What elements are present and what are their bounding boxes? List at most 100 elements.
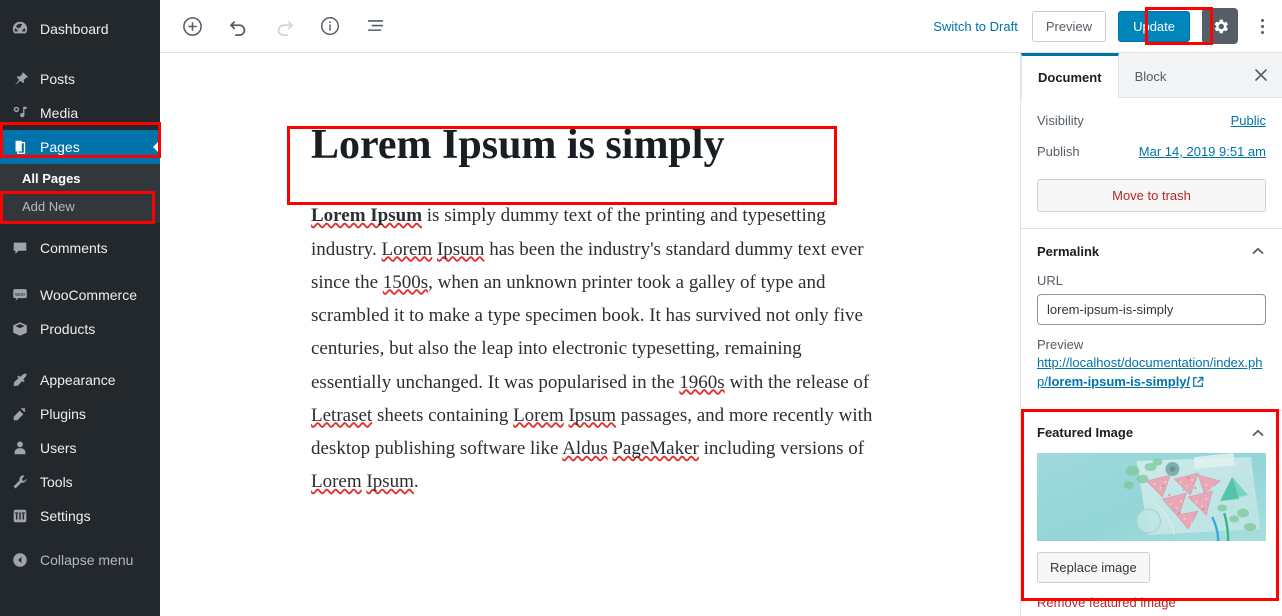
- sidebar-tabs: Document Block: [1021, 53, 1282, 98]
- chevron-up-icon: [1250, 425, 1266, 441]
- replace-image-button[interactable]: Replace image: [1037, 551, 1150, 583]
- current-menu-arrow-icon: [153, 139, 160, 155]
- toolbar-right-group: Switch to Draft Preview Update: [931, 8, 1282, 44]
- wordpress-block-editor: Dashboard Posts Media Pages All Pages Ad…: [0, 0, 1282, 616]
- toolbar-left-group: [174, 8, 394, 44]
- sidebar-item-collapse-menu[interactable]: Collapse menu: [0, 543, 160, 577]
- sidebar-item-users[interactable]: Users: [0, 431, 160, 465]
- permalink-panel: Permalink URL Preview http://localhost/d…: [1021, 229, 1282, 411]
- sidebar-item-label: Comments: [40, 240, 108, 257]
- sidebar-item-label: WooCommerce: [40, 287, 137, 304]
- featured-image-panel: Featured Image Replace image Remove feat…: [1021, 411, 1282, 616]
- sidebar-item-label: Collapse menu: [40, 552, 134, 569]
- tab-document[interactable]: Document: [1021, 53, 1119, 98]
- sidebar-scroll-area[interactable]: Visibility Public Publish Mar 14, 2019 9…: [1021, 98, 1282, 616]
- permalink-preview-link[interactable]: http://localhost/documentation/index.php…: [1037, 354, 1266, 394]
- content-info-icon[interactable]: [312, 8, 348, 44]
- sidebar-item-label: Products: [40, 321, 96, 338]
- sidebar-item-label: Media: [40, 105, 79, 121]
- editor-body: Lorem Ipsum is simply Lorem Ipsum is sim…: [160, 53, 1282, 616]
- settings-sidebar: Document Block Visibility Public Publish…: [1020, 53, 1282, 616]
- sidebar-item-products[interactable]: Products: [0, 312, 160, 346]
- kebab-dot: [1260, 24, 1264, 28]
- tools-icon: [10, 472, 30, 492]
- sidebar-item-label: Appearance: [40, 372, 116, 389]
- preview-button[interactable]: Preview: [1031, 10, 1107, 42]
- sidebar-item-dashboard[interactable]: Dashboard: [0, 12, 160, 46]
- update-button[interactable]: Update: [1118, 10, 1190, 42]
- sidebar-item-label: Pages: [40, 139, 80, 155]
- permalink-slug: lorem-ipsum-is-simply/: [1047, 373, 1191, 389]
- sidebar-item-media[interactable]: Media: [0, 96, 160, 130]
- publish-date-button[interactable]: Mar 14, 2019 9:51 am: [1139, 144, 1266, 159]
- external-link-icon: [1192, 375, 1204, 394]
- visibility-label: Visibility: [1037, 113, 1084, 128]
- svg-text:woo: woo: [14, 292, 25, 298]
- redo-icon[interactable]: [266, 8, 302, 44]
- plugins-icon: [10, 404, 30, 424]
- comments-icon: [10, 238, 30, 258]
- permalink-url-input[interactable]: [1037, 294, 1266, 325]
- submenu-item-add-new[interactable]: Add New: [0, 193, 160, 221]
- sidebar-item-label: Plugins: [40, 406, 86, 423]
- permalink-panel-header[interactable]: Permalink: [1037, 243, 1266, 259]
- add-block-icon[interactable]: [174, 8, 210, 44]
- editor-toolbar: Switch to Draft Preview Update: [160, 0, 1282, 53]
- submenu-item-all-pages[interactable]: All Pages: [0, 165, 160, 193]
- users-icon: [10, 438, 30, 458]
- gear-icon[interactable]: [1202, 8, 1238, 44]
- sidebar-item-woocommerce[interactable]: woo WooCommerce: [0, 278, 160, 312]
- kebab-dot: [1260, 18, 1264, 22]
- close-icon[interactable]: [1240, 53, 1282, 97]
- remove-featured-image-link[interactable]: Remove featured image: [1037, 595, 1266, 610]
- sidebar-item-posts[interactable]: Posts: [0, 62, 160, 96]
- editor-region: Switch to Draft Preview Update Lorem Ips…: [160, 0, 1282, 616]
- sidebar-item-label: Users: [40, 440, 77, 457]
- visibility-row: Visibility Public: [1037, 113, 1266, 128]
- block-navigation-icon[interactable]: [358, 8, 394, 44]
- pin-icon: [10, 69, 30, 89]
- post-canvas: Lorem Ipsum is simply Lorem Ipsum is sim…: [160, 53, 1020, 616]
- appearance-icon: [10, 370, 30, 390]
- products-icon: [10, 319, 30, 339]
- sidebar-item-appearance[interactable]: Appearance: [0, 363, 160, 397]
- visibility-value-button[interactable]: Public: [1231, 113, 1266, 128]
- post-content-wrapper: Lorem Ipsum is simply Lorem Ipsum is sim…: [285, 113, 895, 499]
- chevron-up-icon: [1250, 243, 1266, 259]
- media-icon: [10, 103, 30, 123]
- move-to-trash-button[interactable]: Move to trash: [1037, 179, 1266, 212]
- woocommerce-icon: woo: [10, 285, 30, 305]
- preview-label: Preview: [1037, 337, 1084, 352]
- featured-image-graphic: [1037, 452, 1266, 541]
- sidebar-item-plugins[interactable]: Plugins: [0, 397, 160, 431]
- status-panel: Visibility Public Publish Mar 14, 2019 9…: [1021, 98, 1282, 229]
- sidebar-item-label: Tools: [40, 474, 73, 491]
- post-title-field[interactable]: Lorem Ipsum is simply: [297, 113, 895, 177]
- url-label: URL: [1037, 273, 1064, 288]
- publish-row: Publish Mar 14, 2019 9:51 am: [1037, 144, 1266, 159]
- sidebar-item-comments[interactable]: Comments: [0, 231, 160, 265]
- sidebar-item-pages[interactable]: Pages: [0, 130, 160, 164]
- pages-icon: [10, 137, 30, 157]
- dashboard-icon: [10, 19, 30, 39]
- collapse-icon: [10, 550, 30, 570]
- featured-image-title: Featured Image: [1037, 425, 1134, 441]
- more-options-icon[interactable]: [1250, 8, 1274, 44]
- featured-image-thumbnail[interactable]: [1037, 452, 1266, 541]
- tab-block[interactable]: Block: [1119, 53, 1183, 97]
- kebab-dot: [1260, 30, 1264, 34]
- settings-icon: [10, 506, 30, 526]
- pages-submenu: All Pages Add New: [0, 164, 160, 224]
- sidebar-item-label: Dashboard: [40, 21, 109, 37]
- featured-image-panel-header[interactable]: Featured Image: [1037, 425, 1266, 441]
- sidebar-item-tools[interactable]: Tools: [0, 465, 160, 499]
- post-paragraph-block[interactable]: Lorem Ipsum is simply dummy text of the …: [297, 199, 895, 498]
- switch-to-draft-button[interactable]: Switch to Draft: [931, 15, 1020, 38]
- publish-label: Publish: [1037, 144, 1080, 159]
- permalink-title: Permalink: [1037, 243, 1100, 259]
- sidebar-item-settings[interactable]: Settings: [0, 499, 160, 533]
- sidebar-item-label: Posts: [40, 71, 76, 87]
- undo-icon[interactable]: [220, 8, 256, 44]
- sidebar-item-label: Settings: [40, 508, 91, 525]
- admin-sidebar: Dashboard Posts Media Pages All Pages Ad…: [0, 0, 160, 616]
